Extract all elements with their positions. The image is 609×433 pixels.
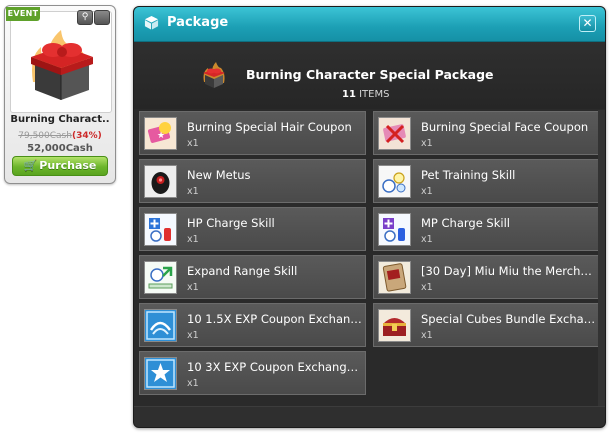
preview-toggle-icon[interactable] <box>94 10 110 25</box>
item-name: Special Cubes Bundle Exchan... <box>421 312 597 326</box>
svg-text:★: ★ <box>157 131 165 141</box>
hair-coupon-icon: ★ <box>144 117 177 150</box>
window-titlebar[interactable]: Package ✕ <box>134 7 605 42</box>
package-item[interactable]: ★ Burning Special Hair Coupon x1 <box>139 111 366 155</box>
merchant-card-icon <box>378 261 411 294</box>
package-item[interactable]: 10 1.5X EXP Coupon Exchang... x1 <box>139 303 366 347</box>
zoom-icon[interactable]: ⚲ <box>77 10 93 25</box>
purchase-button[interactable]: 🛒 Purchase <box>12 156 108 176</box>
package-item[interactable]: 10 3X EXP Coupon Exchange ... x1 <box>139 351 366 395</box>
purchase-label: Purchase <box>39 159 97 172</box>
original-price-line: 79,500Cash(34%) <box>5 131 115 141</box>
product-image[interactable] <box>10 11 112 113</box>
item-quantity: x1 <box>187 282 199 293</box>
item-name: Burning Special Face Coupon <box>421 120 589 134</box>
discount-percent: (34%) <box>71 131 102 141</box>
item-name: Burning Special Hair Coupon <box>187 120 352 134</box>
package-item[interactable]: MP Charge Skill x1 <box>373 207 600 251</box>
event-badge: EVENT <box>6 7 40 21</box>
item-quantity: x1 <box>187 138 199 149</box>
item-quantity: x1 <box>187 186 199 197</box>
item-quantity: x1 <box>421 138 433 149</box>
item-name: HP Charge Skill <box>187 216 275 230</box>
item-quantity: x1 <box>187 234 199 245</box>
package-item[interactable]: [30 Day] Miu Miu the Merchant x1 <box>373 255 600 299</box>
item-name: 10 3X EXP Coupon Exchange ... <box>187 360 363 374</box>
package-name: Burning Character Special Package <box>246 67 494 82</box>
package-item-count: 11 ITEMS <box>342 89 389 100</box>
item-count-value: 11 <box>342 89 356 100</box>
exp-coupon-icon <box>144 309 177 342</box>
item-quantity: x1 <box>421 282 433 293</box>
metus-pet-icon <box>144 165 177 198</box>
product-title: Burning Charact.. <box>10 114 110 125</box>
package-box-icon <box>144 15 159 30</box>
product-card[interactable]: EVENT ⚲ Burning Charact.. 79,500Cash(34%… <box>4 5 116 184</box>
item-count-suffix: ITEMS <box>359 89 390 100</box>
sale-price: 52,000Cash <box>27 143 93 154</box>
package-item[interactable]: Burning Special Face Coupon x1 <box>373 111 600 155</box>
mp-charge-skill-icon <box>378 213 411 246</box>
package-item[interactable]: Special Cubes Bundle Exchan... x1 <box>373 303 600 347</box>
item-name: New Metus <box>187 168 251 182</box>
package-item[interactable]: HP Charge Skill x1 <box>139 207 366 251</box>
gift-box-icon <box>31 30 93 100</box>
item-name: Expand Range Skill <box>187 264 298 278</box>
item-quantity: x1 <box>187 378 199 389</box>
item-name: MP Charge Skill <box>421 216 510 230</box>
item-name: Pet Training Skill <box>421 168 516 182</box>
package-item[interactable]: Pet Training Skill x1 <box>373 159 600 203</box>
item-name: [30 Day] Miu Miu the Merchant <box>421 264 597 278</box>
package-header: Burning Character Special Package 11 ITE… <box>134 42 605 109</box>
item-name: 10 1.5X EXP Coupon Exchang... <box>187 312 363 326</box>
original-price: 79,500Cash <box>18 131 72 141</box>
cart-icon: 🛒 <box>23 159 38 172</box>
window-footer <box>134 406 605 427</box>
package-item[interactable]: New Metus x1 <box>139 159 366 203</box>
item-list-scrollbar[interactable] <box>598 110 605 406</box>
close-button[interactable]: ✕ <box>579 15 596 32</box>
item-quantity: x1 <box>421 234 433 245</box>
treasure-chest-icon <box>378 309 411 342</box>
face-coupon-icon <box>378 117 411 150</box>
item-quantity: x1 <box>421 330 433 341</box>
item-quantity: x1 <box>421 186 433 197</box>
item-quantity: x1 <box>187 330 199 341</box>
package-window: Package ✕ Burning Character Special Pack… <box>133 6 606 428</box>
expand-range-skill-icon <box>144 261 177 294</box>
hp-charge-skill-icon <box>144 213 177 246</box>
window-title: Package <box>167 15 229 30</box>
package-item[interactable]: Expand Range Skill x1 <box>139 255 366 299</box>
exp-3x-coupon-icon <box>144 357 177 390</box>
pet-training-skill-icon <box>378 165 411 198</box>
package-gift-icon <box>203 62 225 88</box>
